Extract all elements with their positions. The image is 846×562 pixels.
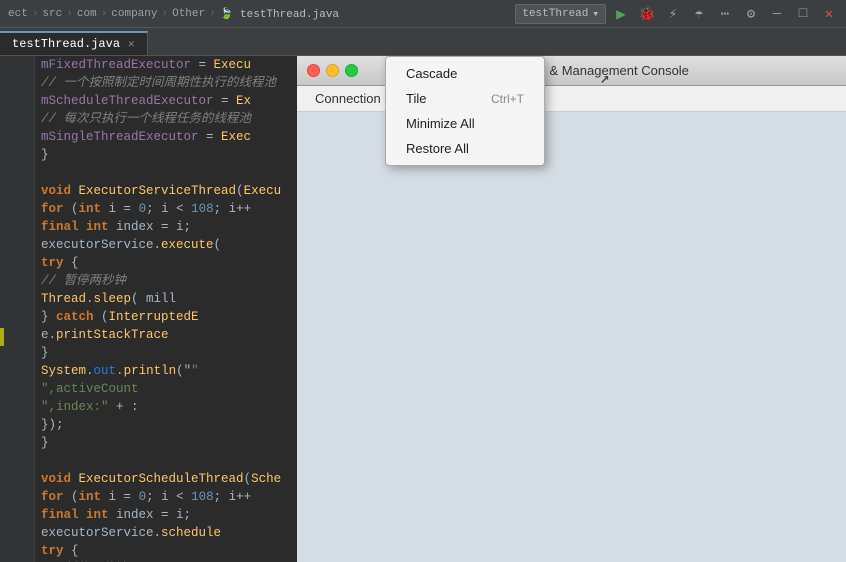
menu-item-cascade[interactable]: Cascade [386, 61, 544, 86]
breadcrumb-company[interactable]: company [111, 8, 157, 20]
code-line-18: System.out.println("" [0, 362, 297, 380]
breadcrumb-sep-2: › [66, 8, 73, 20]
jmx-window: Java Monitoring & Management Console Con… [297, 56, 846, 562]
tab-bar: testThread.java ✕ [0, 28, 846, 56]
breadcrumb-project[interactable]: ect [8, 8, 28, 20]
tab-close-icon[interactable]: ✕ [128, 37, 135, 51]
close-ide-button[interactable]: ✕ [818, 3, 840, 25]
coverage-button[interactable]: ☂ [688, 3, 710, 25]
code-line-21: }); [0, 416, 297, 434]
menu-item-restore-all[interactable]: Restore All [386, 136, 544, 161]
tile-label: Tile [406, 91, 426, 106]
code-line-20: ",index:" + : [0, 398, 297, 416]
more-button[interactable]: ⋯ [714, 3, 736, 25]
profile-button[interactable]: ⚡ [662, 3, 684, 25]
code-line-25: for (int i = 0; i < 108; i++ [0, 488, 297, 506]
breadcrumb-other[interactable]: Other [172, 8, 205, 20]
code-line-26: final int index = i; [0, 506, 297, 524]
window-close-button[interactable] [307, 64, 320, 77]
window-buttons [307, 64, 358, 77]
jmx-menu-connection[interactable]: Connection [305, 89, 391, 108]
tab-label: testThread.java [12, 37, 120, 51]
code-editor: mFixedThreadExecutor = Execu // 一个按照制定时间… [0, 56, 297, 562]
code-line-5: mSingleThreadExecutor = Exec [0, 128, 297, 146]
code-line-14: Thread.sleep( mill [0, 290, 297, 308]
window-maximize-button[interactable] [345, 64, 358, 77]
breadcrumb-sep-1: › [32, 8, 39, 20]
menu-item-tile[interactable]: Tile Ctrl+T [386, 86, 544, 111]
breadcrumb-bar: ect › src › com › company › Other › 🍃 te… [0, 0, 846, 28]
code-line-24: void ExecutorScheduleThread(Sche [0, 470, 297, 488]
code-line-17: } [0, 344, 297, 362]
tab-testthread[interactable]: testThread.java ✕ [0, 31, 148, 55]
code-line-22: } [0, 434, 297, 452]
restore-all-label: Restore All [406, 141, 469, 156]
code-line-9: for (int i = 0; i < 108; i++ [0, 200, 297, 218]
ide-right-toolbar: testThread ▾ ▶ 🐞 ⚡ ☂ ⋯ ⚙ — □ ✕ [515, 0, 846, 28]
code-line-15: } catch (InterruptedE [0, 308, 297, 326]
breadcrumb-sep-5: › [209, 8, 216, 20]
code-line-10: final int index = i; [0, 218, 297, 236]
code-line-11: executorService.execute( [0, 236, 297, 254]
code-line-3: mScheduleThreadExecutor = Ex [0, 92, 297, 110]
minimize-ide-button[interactable]: — [766, 3, 788, 25]
maximize-ide-button[interactable]: □ [792, 3, 814, 25]
breadcrumb-file[interactable]: 🍃 testThread.java [220, 7, 339, 21]
code-line-6: } [0, 146, 297, 164]
jmx-panel: Java Monitoring & Management Console Con… [297, 56, 846, 562]
debug-button[interactable]: 🐞 [636, 3, 658, 25]
tile-shortcut: Ctrl+T [491, 92, 524, 106]
breadcrumb-src[interactable]: src [42, 8, 62, 20]
code-line-12: try { [0, 254, 297, 272]
code-line-8: void ExecutorServiceThread(Execu [0, 182, 297, 200]
code-line-19: ",activeCount [0, 380, 297, 398]
cascade-label: Cascade [406, 66, 457, 81]
run-config-label: testThread [522, 8, 588, 20]
run-button[interactable]: ▶ [610, 3, 632, 25]
code-line-7 [0, 164, 297, 182]
breadcrumb-com[interactable]: com [77, 8, 97, 20]
minimize-all-label: Minimize All [406, 116, 475, 131]
code-line-28: try { [0, 542, 297, 560]
code-line-23 [0, 452, 297, 470]
menu-item-minimize-all[interactable]: Minimize All [386, 111, 544, 136]
breadcrumb-sep-4: › [161, 8, 168, 20]
code-line-13: // 暂停两秒钟 [0, 272, 297, 290]
jmx-titlebar: Java Monitoring & Management Console [297, 56, 846, 86]
dropdown-arrow-icon: ▾ [592, 7, 599, 21]
jmx-menubar: Connection Window Help [297, 86, 846, 112]
window-minimize-button[interactable] [326, 64, 339, 77]
code-line-2: // 一个按照制定时间周期性执行的线程池 [0, 74, 297, 92]
run-config-dropdown[interactable]: testThread ▾ [515, 4, 606, 24]
code-line-4: // 每次只执行一个线程任务的线程池 [0, 110, 297, 128]
code-line-27: executorService.schedule [0, 524, 297, 542]
jmx-content-area [297, 112, 846, 562]
code-line-16: e.printStackTrace [0, 326, 297, 344]
code-line-1: mFixedThreadExecutor = Execu [0, 56, 297, 74]
window-dropdown-menu: Cascade Tile Ctrl+T Minimize All Restore… [385, 56, 545, 166]
warning-gutter-stripe [0, 328, 4, 346]
settings-icon[interactable]: ⚙ [740, 3, 762, 25]
breadcrumb-sep-3: › [101, 8, 108, 20]
